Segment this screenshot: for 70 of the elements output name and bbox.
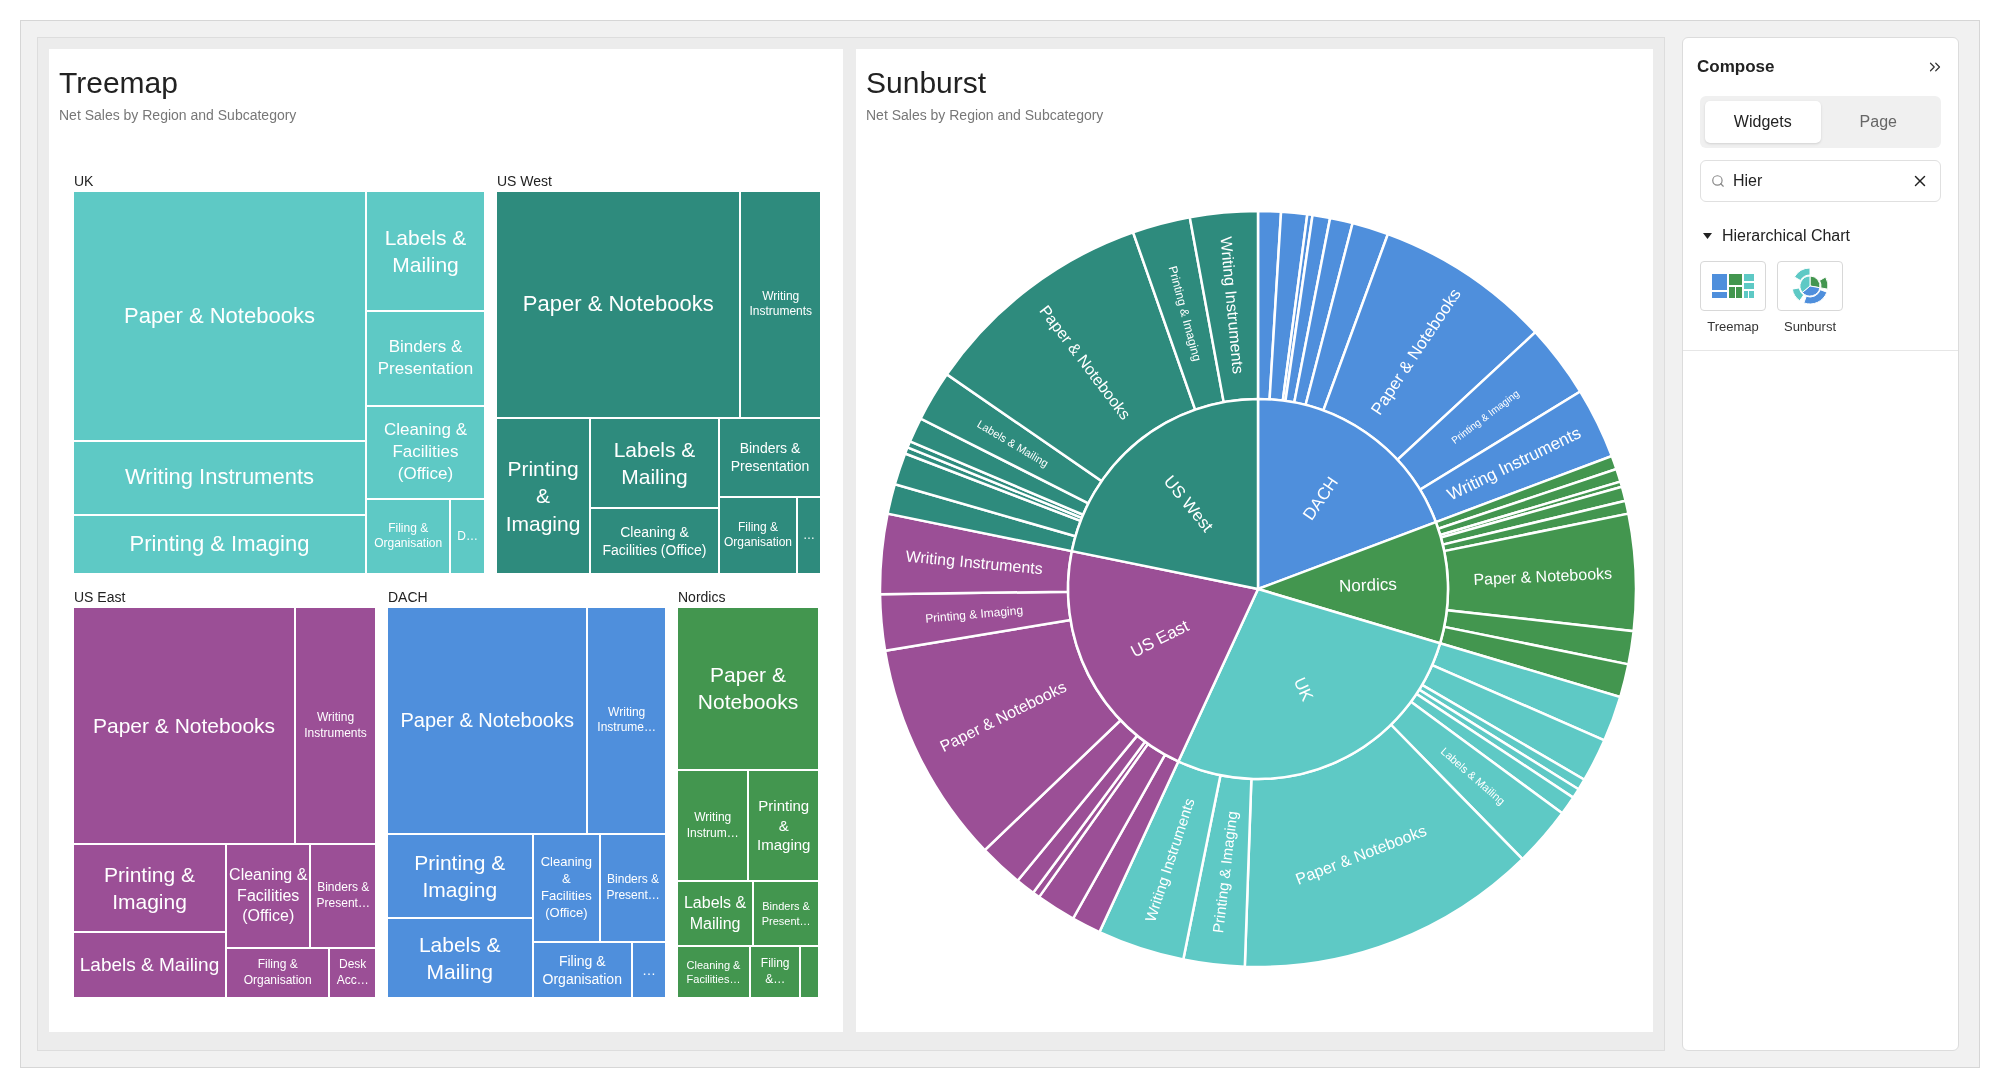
treemap-tile: Printing & Imaging [74, 515, 365, 573]
treemap-tile: Labels & Mailing [678, 882, 753, 945]
card-subtitle: Net Sales by Region and Subcategory [866, 106, 1104, 125]
card-title: Sunburst [866, 65, 987, 101]
segment-label: Writing Instruments [1217, 235, 1247, 375]
widget-label: Sunburst [1783, 317, 1836, 336]
region-label: UK [1289, 674, 1317, 704]
treemap-tile: Labels & Mailing [74, 933, 225, 997]
treemap-tile: Paper & Notebooks [678, 608, 818, 769]
treemap-tile: Paper & Notebooks [74, 192, 365, 440]
search-field[interactable]: Hier [1700, 159, 1941, 202]
caret-icon[interactable] [1703, 232, 1712, 239]
tab[interactable]: Widgets [1705, 100, 1821, 143]
treemap-tile: Paper & Notebooks [388, 608, 587, 833]
treemap-tile: Binders & Presentation [367, 312, 484, 405]
treemap-tile: Labels & Mailing [367, 192, 484, 311]
treemap-tile: Writing Instruments [74, 441, 365, 514]
widget-tile[interactable] [1700, 260, 1766, 311]
treemap-tile: Cleaning & Facilities (Office) [367, 406, 484, 498]
treemap-tile: Paper & Notebooks [74, 608, 295, 844]
treemap-tile: D… [451, 499, 484, 573]
treemap-tile: Cleaning & Facilities (Office) [533, 834, 600, 941]
treemap-tile: Writing Instrum… [678, 770, 748, 881]
treemap-tile: Filing & Organisation [720, 498, 796, 573]
widget-label: Treemap [1707, 317, 1759, 336]
treemap-tile: Filing & Organisation [533, 942, 631, 997]
treemap-tile: Cleaning & Facilities (Office) [227, 845, 310, 947]
region-label: Nordics [678, 588, 726, 607]
treemap-tile: Printing & Imaging [388, 834, 532, 917]
treemap-tile: Labels & Mailing [388, 918, 532, 997]
treemap-tile: Binders & Presentation [720, 418, 820, 496]
treemap-tile: … [632, 942, 665, 997]
segment-label: Printing & Imaging [1209, 810, 1241, 934]
treemap-tile: Writing Instruments [296, 608, 375, 844]
region-label: UK [74, 172, 94, 191]
region-label: US East [74, 588, 126, 607]
region-label: US East [1127, 616, 1192, 662]
section-title[interactable]: Hierarchical Chart [1722, 223, 1851, 248]
segment-label: Paper & Notebooks [1473, 564, 1613, 588]
panel-title: Compose [1697, 56, 1775, 78]
treemap-tile: Writing Instruments [741, 192, 820, 417]
card-title: Treemap [59, 65, 178, 101]
treemap-tile: Binders & Present… [754, 882, 818, 945]
sunburst-icon [1790, 265, 1830, 306]
treemap-tile: Labels & Mailing [591, 418, 718, 507]
segment-label: Printing & Imaging [924, 603, 1024, 626]
treemap-tile: Cleaning & Facilities… [678, 946, 749, 997]
treemap-tile: Filing &… [751, 946, 800, 997]
treemap-tile: … [798, 498, 820, 573]
treemap-tile: Writing Instrume… [588, 608, 665, 833]
treemap-tile: Binders & Present… [311, 845, 375, 947]
treemap-tile: Printing & Imaging [749, 770, 818, 881]
card-subtitle: Net Sales by Region and Subcategory [59, 106, 297, 125]
widget-tile[interactable] [1777, 260, 1843, 311]
treemap-tile: Cleaning & Facilities (Office) [591, 509, 718, 573]
treemap-tile: Binders & Present… [601, 834, 665, 941]
treemap-tile: Filing & Organisation [367, 499, 450, 573]
tab[interactable]: Page [1820, 100, 1936, 143]
region-label: US West [497, 172, 552, 191]
search-icon [1711, 173, 1725, 188]
region-label: DACH [388, 588, 428, 607]
treemap-tile: Filing & Organisation [227, 949, 329, 997]
treemap-tile: Printing & Imaging [497, 418, 589, 573]
treemap-icon [1712, 273, 1754, 298]
segment-label: Writing Instruments [905, 547, 1044, 578]
treemap-tile: Printing & Imaging [74, 845, 225, 931]
segment-label: Printing & Imaging [1165, 264, 1205, 363]
region-label: Nordics [1338, 574, 1398, 596]
treemap-tile: Desk Acc… [330, 949, 375, 997]
treemap-tile: Paper & Notebooks [497, 192, 740, 417]
